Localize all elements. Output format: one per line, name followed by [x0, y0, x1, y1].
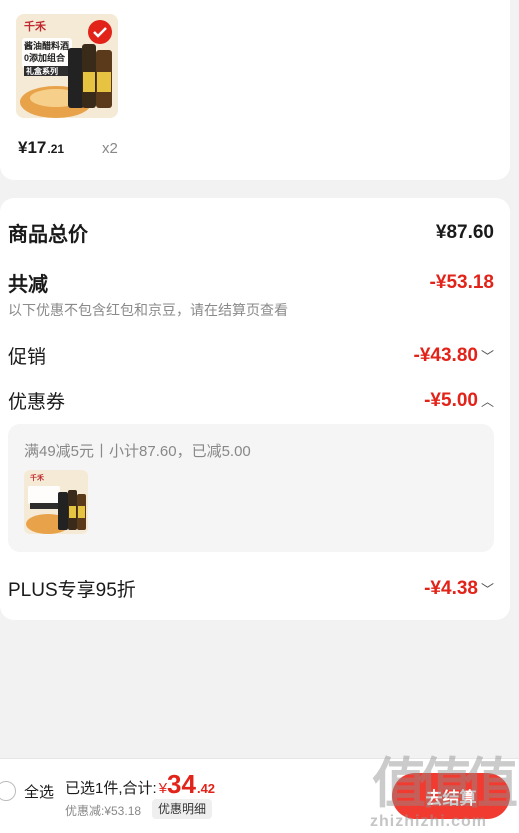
select-all-radio[interactable]	[0, 781, 16, 801]
cart-item-card: 千禾 酱油醋料酒0添加组合 礼盒系列 ¥17 .21 x2	[0, 0, 510, 180]
selected-count-text: 已选1件,合计:	[65, 780, 157, 797]
price-summary-card: 商品总价 ¥87.60 共减 -¥53.18 以下优惠不包含红包和京豆，请在结算…	[0, 198, 510, 620]
promotion-label: 促销	[8, 347, 47, 368]
total-amount-decimal: .42	[196, 781, 216, 796]
product-image-title: 酱油醋料酒0添加组合	[24, 41, 70, 63]
total-currency: ¥	[158, 780, 168, 797]
chevron-down-icon[interactable]: ﹀	[481, 579, 494, 598]
total-price-row: 商品总价 ¥87.60	[8, 218, 494, 247]
checkout-bar: 全选 已选1件,合计: ¥ 34 .42 优惠减:¥53.18 优惠明细 去结算	[0, 758, 519, 833]
chevron-down-icon[interactable]: ﹀	[481, 346, 494, 365]
total-reduce-value: -¥53.18	[429, 271, 494, 293]
discount-detail-button[interactable]: 优惠明细	[152, 799, 213, 819]
total-price-label: 商品总价	[8, 224, 88, 246]
item-quantity: x2	[102, 140, 118, 157]
checkout-button[interactable]: 去结算	[392, 773, 510, 819]
item-price-decimal: .21	[47, 142, 65, 156]
plus-discount-value-wrap: -¥4.38 ﹀	[424, 578, 494, 600]
coupon-row[interactable]: 优惠券 -¥5.00 ︿	[8, 387, 494, 414]
coupon-label: 优惠券	[8, 392, 66, 413]
promotion-row[interactable]: 促销 -¥43.80 ﹀	[8, 342, 494, 369]
promotion-value-wrap: -¥43.80 ﹀	[414, 345, 494, 367]
total-price-value: ¥87.60	[435, 221, 494, 243]
discount-amount-text: 优惠减:¥53.18	[65, 804, 142, 818]
total-amount-main: 34	[167, 769, 196, 799]
select-all-label[interactable]: 全选	[24, 781, 54, 802]
product-brand-text: 千禾	[24, 21, 46, 33]
coupon-detail-box: 满49减5元丨小计87.60，已减5.00 千禾	[8, 424, 494, 552]
product-image-badge: 礼盒系列	[26, 67, 58, 76]
product-image[interactable]: 千禾 酱油醋料酒0添加组合 礼盒系列	[16, 14, 118, 118]
coupon-value: -¥5.00	[424, 389, 478, 411]
plus-discount-label: PLUS专享95折	[8, 580, 136, 601]
chevron-up-icon[interactable]: ︿	[481, 391, 494, 410]
coupon-product-image: 千禾	[24, 470, 88, 534]
item-price-main: ¥17	[18, 138, 47, 157]
plus-discount-value: -¥4.38	[424, 577, 478, 599]
promotion-value: -¥43.80	[413, 344, 478, 366]
item-price: ¥17 .21	[18, 138, 64, 158]
coupon-detail-text: 满49减5元丨小计87.60，已减5.00	[24, 443, 251, 460]
selected-total: 已选1件,合计: ¥ 34 .42	[65, 769, 215, 800]
total-reduce-label: 共减	[8, 274, 48, 296]
plus-discount-row[interactable]: PLUS专享95折 -¥4.38 ﹀	[8, 575, 494, 602]
coupon-value-wrap: -¥5.00 ︿	[424, 390, 494, 412]
total-reduce-row: 共减 -¥53.18	[8, 268, 494, 297]
svg-text:千禾: 千禾	[30, 473, 45, 482]
discount-note: 以下优惠不包含红包和京豆，请在结算页查看	[8, 302, 288, 318]
